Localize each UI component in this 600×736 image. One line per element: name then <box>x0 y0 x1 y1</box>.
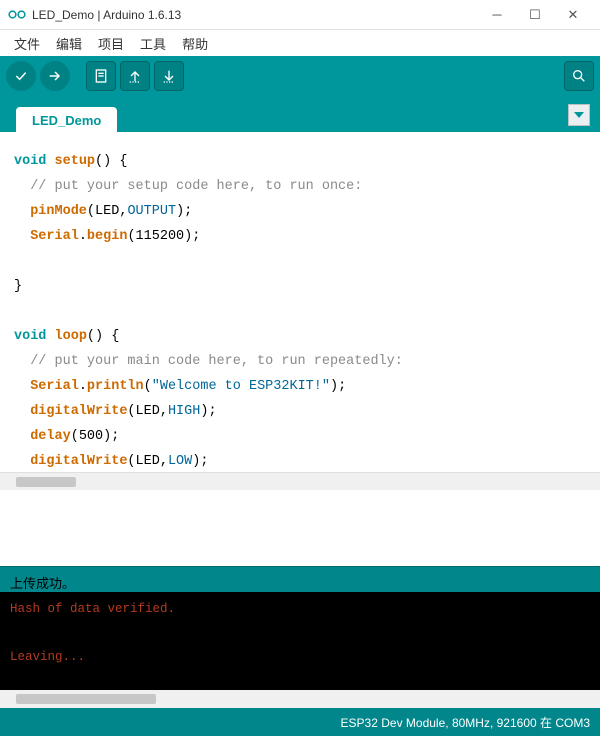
console-scrollbar-horizontal[interactable] <box>0 690 600 708</box>
minimize-button[interactable]: ─ <box>478 0 516 30</box>
upload-button[interactable] <box>40 61 70 91</box>
maximize-button[interactable]: ☐ <box>516 0 554 30</box>
scrollbar-thumb[interactable] <box>16 477 76 487</box>
tab-area: LED_Demo <box>0 96 600 132</box>
toolbar <box>0 56 600 96</box>
menubar: 文件 编辑 项目 工具 帮助 <box>0 30 600 56</box>
menu-help[interactable]: 帮助 <box>174 32 216 55</box>
arrow-down-icon <box>161 68 177 84</box>
tab-menu-button[interactable] <box>568 104 590 126</box>
menu-file[interactable]: 文件 <box>6 32 48 55</box>
window-title: LED_Demo | Arduino 1.6.13 <box>32 8 478 22</box>
arrow-up-icon <box>127 68 143 84</box>
check-icon <box>13 68 29 84</box>
console-line: Leaving... <box>10 650 85 664</box>
close-button[interactable]: ✕ <box>554 0 592 30</box>
new-sketch-button[interactable] <box>86 61 116 91</box>
open-sketch-button[interactable] <box>120 61 150 91</box>
chevron-down-icon <box>574 110 584 120</box>
editor-wrap: void setup() { // put your setup code he… <box>0 132 600 566</box>
arduino-logo-icon <box>8 6 26 24</box>
tab-sketch[interactable]: LED_Demo <box>16 107 117 132</box>
console-line: Hash of data verified. <box>10 602 175 616</box>
arrow-right-icon <box>47 68 63 84</box>
editor-scrollbar-horizontal[interactable] <box>0 472 600 490</box>
menu-tools[interactable]: 工具 <box>132 32 174 55</box>
status-bar: 上传成功。 <box>0 566 600 592</box>
titlebar: LED_Demo | Arduino 1.6.13 ─ ☐ ✕ <box>0 0 600 30</box>
save-sketch-button[interactable] <box>154 61 184 91</box>
footer-bar: ESP32 Dev Module, 80MHz, 921600 在 COM3 <box>0 708 600 736</box>
file-icon <box>93 68 109 84</box>
menu-sketch[interactable]: 项目 <box>90 32 132 55</box>
menu-edit[interactable]: 编辑 <box>48 32 90 55</box>
status-message: 上传成功。 <box>10 576 75 591</box>
magnifier-icon <box>571 68 587 84</box>
serial-monitor-button[interactable] <box>564 61 594 91</box>
code-editor[interactable]: void setup() { // put your setup code he… <box>0 132 600 472</box>
scrollbar-thumb[interactable] <box>16 694 156 704</box>
output-console[interactable]: Hash of data verified. Leaving... <box>0 592 600 690</box>
verify-button[interactable] <box>6 61 36 91</box>
board-info: ESP32 Dev Module, 80MHz, 921600 在 COM3 <box>341 714 590 731</box>
